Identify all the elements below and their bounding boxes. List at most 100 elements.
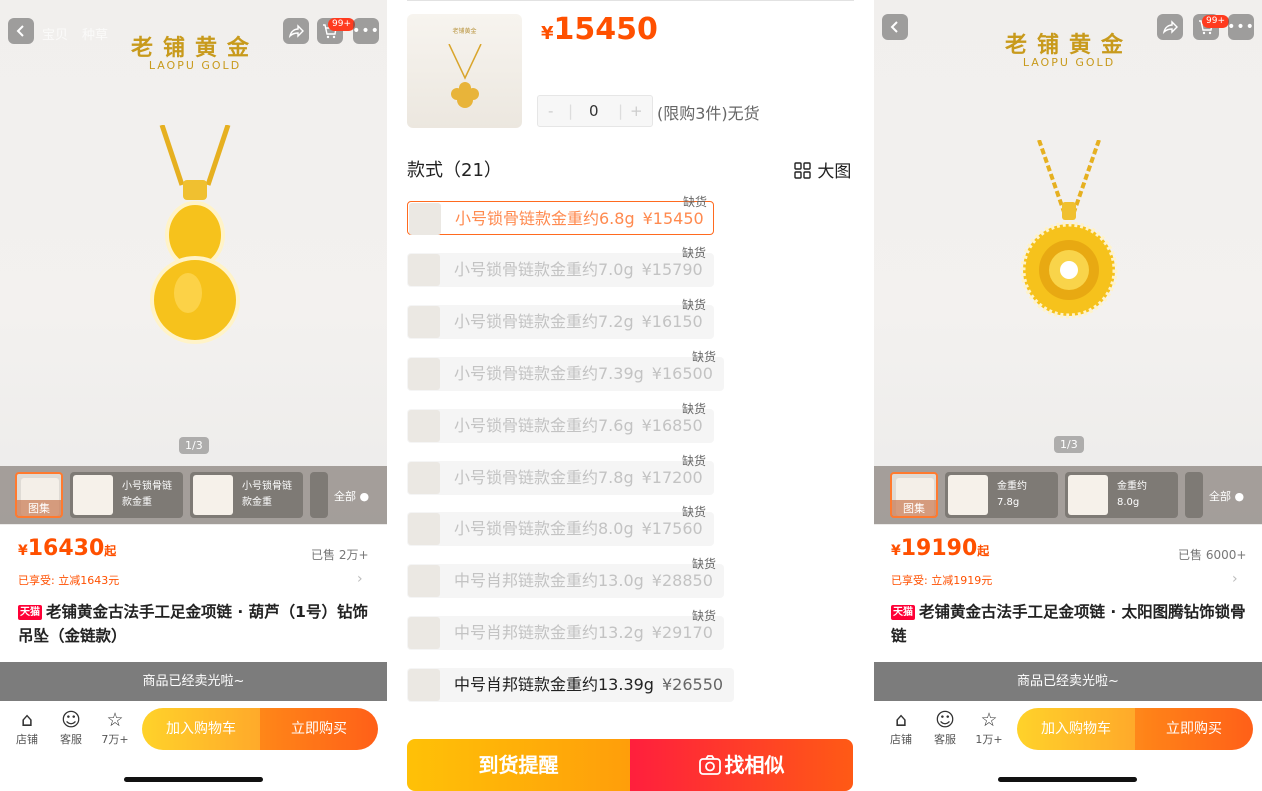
back-button[interactable] bbox=[8, 18, 34, 44]
chevron-right-icon[interactable]: › bbox=[357, 571, 363, 587]
variant-thumb bbox=[408, 306, 440, 338]
big-image-toggle[interactable]: 大图 bbox=[794, 157, 851, 182]
savings-text[interactable]: 已享受: 立减1643元 bbox=[18, 572, 119, 588]
service-icon: ☺ bbox=[935, 709, 955, 731]
variant-option[interactable]: 小号锁骨链款金重约7.0g ¥15790 缺货 bbox=[407, 246, 714, 287]
favorite-button[interactable]: ☆ 7万+ bbox=[100, 709, 130, 747]
home-indicator bbox=[124, 777, 263, 782]
chevron-right-icon[interactable]: › bbox=[1232, 571, 1238, 587]
price-value: 16430 bbox=[27, 536, 105, 561]
variant-section-title: 款式（21） bbox=[407, 160, 502, 181]
more-button[interactable]: ••• bbox=[352, 18, 379, 44]
buy-now-button[interactable]: 立即购买 bbox=[1135, 708, 1253, 750]
thumb-variant[interactable]: 金重约7.8g bbox=[945, 472, 1058, 518]
buy-now-button[interactable]: 立即购买 bbox=[260, 708, 378, 750]
star-icon: ☆ bbox=[106, 709, 124, 731]
add-to-cart-button[interactable]: 加入购物车 bbox=[142, 708, 260, 750]
out-of-stock-label: 缺货 bbox=[682, 246, 707, 260]
brand-logo-en: LAOPU GOLD bbox=[1022, 56, 1116, 69]
savings-text[interactable]: 已享受: 立减1919元 bbox=[891, 572, 992, 588]
variant-name: 小号锁骨链款金重约7.2g bbox=[454, 312, 634, 331]
find-similar-button[interactable]: 找相似 bbox=[630, 739, 853, 791]
variant-name: 小号锁骨链款金重约7.39g bbox=[454, 364, 644, 383]
back-button[interactable] bbox=[882, 14, 908, 40]
out-of-stock-label: 缺货 bbox=[692, 350, 717, 364]
service-button[interactable]: ☺ 客服 bbox=[930, 709, 960, 747]
quantity-stepper[interactable]: - | 0 | + bbox=[537, 95, 653, 127]
restock-reminder-button[interactable]: 到货提醒 bbox=[407, 739, 630, 791]
thumb-variant[interactable]: 小号锁骨链款金重 bbox=[70, 472, 183, 518]
increment-button[interactable]: + bbox=[630, 96, 643, 126]
variant-option-label: 中号肖邦链款金重约13.0g ¥28850 bbox=[454, 564, 713, 598]
image-pager: 1/3 bbox=[1054, 436, 1084, 453]
quantity-value[interactable]: 0 bbox=[589, 96, 599, 126]
back-arrow-icon bbox=[16, 25, 24, 37]
variant-thumb bbox=[408, 462, 440, 494]
thumb-variant[interactable]: 金重约8.0g bbox=[1065, 472, 1178, 518]
add-to-cart-button[interactable]: 加入购物车 bbox=[1017, 708, 1135, 750]
variant-option[interactable]: 小号锁骨链款金重约7.6g ¥16850 缺货 bbox=[407, 402, 714, 443]
share-button[interactable] bbox=[283, 18, 309, 44]
back-arrow-icon bbox=[890, 21, 898, 33]
price-value: 19190 bbox=[900, 536, 978, 561]
all-thumbs-button[interactable]: 全部 ● bbox=[334, 488, 369, 504]
all-thumbs-button[interactable]: 全部 ● bbox=[1209, 488, 1244, 504]
variant-option-label: 小号锁骨链款金重约6.8g ¥15450 bbox=[455, 202, 704, 236]
variant-option-label: 中号肖邦链款金重约13.2g ¥29170 bbox=[454, 616, 713, 650]
store-button[interactable]: ⌂ 店铺 bbox=[886, 709, 916, 747]
camera-icon bbox=[698, 755, 721, 775]
thumb-variant[interactable]: 小号锁骨链款金重 bbox=[190, 472, 303, 518]
variant-thumb bbox=[408, 565, 440, 597]
purchase-limit-text: (限购3件)无货 bbox=[657, 104, 760, 123]
variant-thumb bbox=[408, 617, 440, 649]
variant-option[interactable]: 中号肖邦链款金重约13.2g ¥29170 缺货 bbox=[407, 609, 724, 650]
thumb-image bbox=[193, 475, 233, 515]
divider: | bbox=[568, 102, 574, 120]
variant-option[interactable]: 小号锁骨链款金重约7.8g ¥17200 缺货 bbox=[407, 454, 714, 495]
variant-name: 小号锁骨链款金重约7.8g bbox=[454, 468, 634, 487]
thumb-variant-label: 小号锁骨链款金重 bbox=[242, 481, 292, 508]
sold-count: 已售 2万+ bbox=[311, 548, 369, 562]
variant-option-label: 小号锁骨链款金重约8.0g ¥17560 bbox=[454, 512, 703, 546]
sold-out-banner: 商品已经卖光啦~ bbox=[0, 662, 387, 701]
variant-option-label: 小号锁骨链款金重约7.8g ¥17200 bbox=[454, 461, 703, 495]
out-of-stock-label: 缺货 bbox=[682, 298, 707, 312]
service-button[interactable]: ☺ 客服 bbox=[56, 709, 86, 747]
variant-option-label: 小号锁骨链款金重约7.39g ¥16500 bbox=[454, 357, 713, 391]
variant-option-label: 小号锁骨链款金重约7.2g ¥16150 bbox=[454, 305, 703, 339]
tmall-badge: 天猫 bbox=[891, 605, 915, 620]
decrement-button[interactable]: - bbox=[548, 96, 553, 126]
gourd-pendant-image bbox=[150, 125, 240, 344]
product-image-carousel[interactable]: 宝贝 种草 老铺黄金 LAOPU GOLD 99+ ••• 1/3 图集 小号锁… bbox=[0, 0, 387, 525]
store-icon: ⌂ bbox=[894, 709, 908, 731]
favorite-button[interactable]: ☆ 1万+ bbox=[974, 709, 1004, 747]
tab-baobei[interactable]: 宝贝 bbox=[42, 24, 68, 43]
share-button[interactable] bbox=[1157, 14, 1183, 40]
variant-option[interactable]: 中号肖邦链款金重约13.0g ¥28850 缺货 bbox=[407, 557, 724, 598]
variant-option[interactable]: 小号锁骨链款金重约7.39g ¥16500 缺货 bbox=[407, 350, 724, 391]
thumb-variant-label: 金重约7.8g bbox=[997, 481, 1027, 508]
thumb-variant-partial[interactable] bbox=[1185, 472, 1203, 518]
grid-icon bbox=[794, 162, 811, 179]
thumb-gallery[interactable]: 图集 bbox=[15, 472, 63, 518]
product-image-carousel[interactable]: 老铺黄金 LAOPU GOLD 99+ ••• 1/3 图集 金重约7.8g 金… bbox=[874, 0, 1262, 525]
thumb-gallery[interactable]: 图集 bbox=[890, 472, 938, 518]
cart-count-badge: 99+ bbox=[1202, 15, 1229, 28]
sku-image-brand: 老铺黄金 bbox=[452, 28, 477, 35]
thumb-image bbox=[73, 475, 113, 515]
variant-option[interactable]: 小号锁骨链款金重约7.2g ¥16150 缺货 bbox=[407, 298, 714, 339]
variant-name: 中号肖邦链款金重约13.39g bbox=[454, 675, 654, 694]
variant-option[interactable]: 中号肖邦链款金重约13.39g ¥26550 bbox=[407, 668, 734, 702]
thumb-gallery-tag: 图集 bbox=[17, 500, 61, 516]
variant-option[interactable]: 小号锁骨链款金重约6.8g ¥15450 缺货 bbox=[407, 195, 714, 236]
variant-price: ¥26550 bbox=[661, 675, 724, 694]
sold-out-banner: 商品已经卖光啦~ bbox=[874, 662, 1262, 701]
variant-option[interactable]: 小号锁骨链款金重约8.0g ¥17560 缺货 bbox=[407, 505, 714, 546]
store-button[interactable]: ⌂ 店铺 bbox=[12, 709, 42, 747]
tab-zhongcao[interactable]: 种草 bbox=[82, 24, 108, 43]
thumb-variant-partial[interactable] bbox=[310, 472, 328, 518]
thumb-variant-label: 小号锁骨链款金重 bbox=[122, 481, 172, 508]
variant-thumb bbox=[409, 203, 441, 235]
more-button[interactable]: ••• bbox=[1227, 14, 1254, 40]
sku-image[interactable]: 老铺黄金 bbox=[407, 14, 522, 128]
